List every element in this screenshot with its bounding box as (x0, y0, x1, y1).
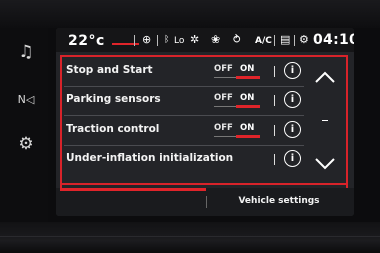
phone-icon: ▤ (280, 33, 291, 46)
recirculation-icon[interactable]: ✲ (190, 32, 199, 48)
screen-bezel-top (0, 0, 380, 28)
setting-label: Stop and Start (66, 64, 153, 76)
scroll-position-mark (322, 120, 328, 121)
status-separator (134, 35, 135, 46)
scroll-up-button[interactable] (312, 64, 338, 90)
info-icon[interactable]: i (284, 150, 301, 167)
setting-label: Parking sensors (66, 93, 161, 105)
list-bottom-accent (62, 183, 348, 185)
setting-row-under-inflation[interactable]: Under-inflation initialization i (64, 146, 304, 174)
setting-row-parking-sensors: Parking sensors OFF ON i (64, 87, 304, 116)
parking-sensors-toggle[interactable]: OFF ON (214, 93, 262, 109)
toggle-selected-indicator (236, 135, 260, 138)
status-separator (157, 35, 158, 46)
row-separator (274, 95, 275, 106)
toggle-selected-indicator (236, 76, 260, 79)
navigation-icon[interactable]: N◁ (14, 90, 38, 110)
stop-start-toggle[interactable]: OFF ON (214, 64, 262, 80)
setting-label: Under-inflation initialization (66, 152, 234, 164)
toggle-selected-indicator (236, 105, 260, 108)
lo-fan-label[interactable]: Lo (174, 33, 184, 49)
clock: 04:10 (313, 32, 354, 48)
bluetooth-icon: ᛒ (164, 35, 170, 45)
info-icon[interactable]: i (284, 121, 301, 138)
status-separator (274, 35, 275, 46)
settings-gear-icon: ⚙ (299, 33, 309, 46)
tab-left[interactable] (60, 188, 206, 216)
tab-vehicle-settings[interactable]: Vehicle settings (207, 188, 351, 216)
toggle-on-label[interactable]: ON (240, 64, 254, 74)
info-icon[interactable]: i (284, 91, 301, 108)
status-bar: 22°c ⊕ ᛒ Lo ✲ ❀ ⥁ A/C ▤ ⚙ 04:10 (56, 28, 354, 52)
chevron-down-icon (315, 158, 335, 170)
ac-label[interactable]: A/C (255, 33, 272, 49)
setting-label: Traction control (66, 123, 160, 135)
traction-control-toggle[interactable]: OFF ON (214, 123, 262, 139)
row-separator (274, 154, 275, 165)
toggle-on-label[interactable]: ON (240, 123, 254, 133)
toggle-off-label[interactable]: OFF (214, 64, 233, 74)
seat-heat-icon[interactable]: ❀ (211, 32, 220, 48)
airflow-icon[interactable]: ⥁ (233, 32, 241, 48)
infotainment-screen: 22°c ⊕ ᛒ Lo ✲ ❀ ⥁ A/C ▤ ⚙ 04:10 Stop and… (56, 28, 354, 216)
left-shortcut-bar: ♫ N◁ ⚙ (0, 28, 48, 222)
bottom-tab-bar: Vehicle settings (56, 188, 354, 216)
toggle-off-label[interactable]: OFF (214, 93, 233, 103)
temperature-readout[interactable]: 22°c (68, 33, 105, 49)
screen-bezel-bottom (0, 222, 380, 253)
car-settings-icon[interactable]: ⚙ (14, 134, 38, 154)
setting-row-stop-start: Stop and Start OFF ON i (64, 58, 304, 87)
navigation-pin-icon: ⊕ (142, 33, 152, 46)
toggle-on-label[interactable]: ON (240, 93, 254, 103)
row-separator (274, 125, 275, 136)
info-icon[interactable]: i (284, 62, 301, 79)
toggle-off-label[interactable]: OFF (214, 123, 233, 133)
setting-row-traction-control: Traction control OFF ON i (64, 117, 304, 146)
music-icon[interactable]: ♫ (14, 42, 38, 62)
scroll-down-button[interactable] (312, 150, 338, 176)
row-separator (274, 66, 275, 77)
status-separator (294, 35, 295, 46)
chevron-up-icon (315, 71, 335, 83)
